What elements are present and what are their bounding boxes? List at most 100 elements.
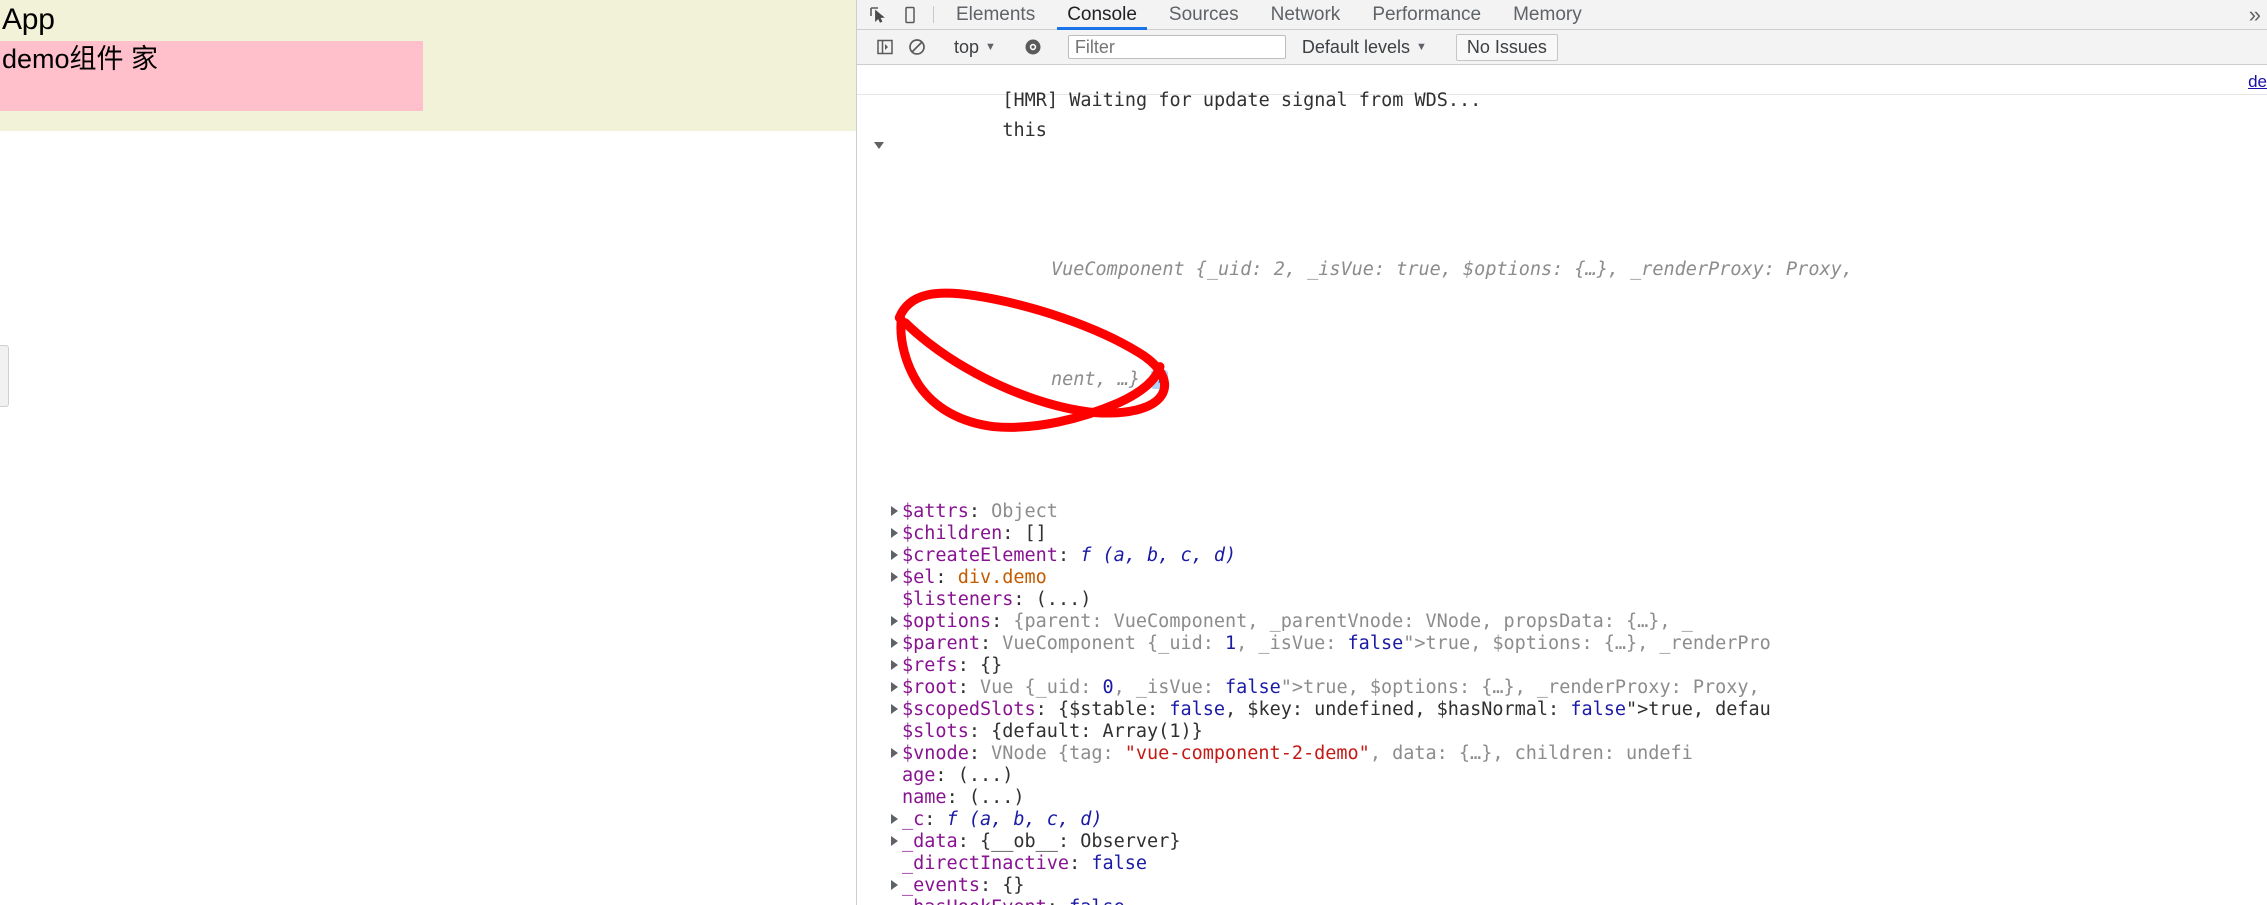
tab-console[interactable]: Console: [1051, 0, 1153, 30]
demo-component-box: demo组件 家: [0, 41, 423, 111]
info-badge-icon[interactable]: i: [1151, 369, 1169, 389]
object-property-row[interactable]: $children: []: [857, 523, 2267, 545]
disclosure-triangle-icon[interactable]: [891, 880, 898, 890]
clear-console-icon[interactable]: [904, 34, 930, 60]
object-property-row[interactable]: name: (...): [857, 787, 2267, 809]
disclosure-triangle-icon[interactable]: [891, 748, 898, 758]
object-property-row[interactable]: _data: {__ob__: Observer}: [857, 831, 2267, 853]
property-key: $scopedSlots: [902, 699, 1036, 720]
object-property-row[interactable]: $createElement: f (a, b, c, d): [857, 545, 2267, 567]
disclosure-triangle-icon[interactable]: [891, 528, 898, 538]
property-separator: :: [1069, 853, 1092, 874]
console-input-echo: this: [857, 95, 2267, 141]
object-property-row[interactable]: _directInactive: false: [857, 853, 2267, 875]
property-separator: :: [968, 721, 992, 742]
property-key: $refs: [902, 655, 958, 676]
tab-sources[interactable]: Sources: [1153, 0, 1255, 29]
more-tabs-icon[interactable]: »: [2243, 0, 2267, 29]
disclosure-triangle-icon[interactable]: [891, 506, 898, 516]
execution-context-select[interactable]: top ▼: [946, 37, 1004, 58]
property-separator: :: [957, 677, 980, 698]
inspect-element-icon[interactable]: [867, 4, 889, 26]
property-separator: :: [968, 501, 992, 522]
log-levels-select[interactable]: Default levels ▼: [1292, 37, 1437, 58]
object-property-row[interactable]: _hasHookEvent: false: [857, 897, 2267, 905]
filter-input[interactable]: [1067, 35, 1286, 59]
object-property-row[interactable]: $slots: {default: Array(1)}: [857, 721, 2267, 743]
property-key: $parent: [902, 633, 980, 654]
object-property-list: $attrs: Object $children: [] $createElemen…: [857, 501, 2267, 905]
property-separator: :: [935, 567, 958, 588]
property-key: _events: [902, 875, 980, 896]
no-issues-button[interactable]: No Issues: [1455, 33, 1558, 61]
tabstrip-divider: [933, 6, 934, 23]
object-property-row[interactable]: $vnode: VNode {tag: "vue-component-2-dem…: [857, 743, 2267, 765]
property-separator: :: [957, 831, 980, 852]
tab-performance[interactable]: Performance: [1356, 0, 1497, 29]
console-sidebar-icon[interactable]: [872, 34, 898, 60]
device-toolbar-icon[interactable]: [899, 4, 921, 26]
object-header-line1: VueComponent {_uid: 2, _isVue: true, $op…: [1050, 259, 1853, 280]
console-messages[interactable]: [HMR] Waiting for update signal from WDS…: [857, 65, 2267, 905]
disclosure-triangle-icon[interactable]: [891, 572, 898, 582]
property-key: $attrs: [902, 501, 969, 522]
property-key: $root: [902, 677, 958, 698]
object-property-row[interactable]: $parent: VueComponent {_uid: 1, _isVue: …: [857, 633, 2267, 655]
disclosure-triangle-icon[interactable]: [891, 638, 898, 648]
property-value: false: [1069, 897, 1125, 905]
property-separator: :: [1002, 523, 1025, 544]
page-scroll-handle[interactable]: [0, 345, 9, 407]
token-number: 1: [1225, 633, 1237, 654]
object-property-row[interactable]: $options: {parent: VueComponent, _parent…: [857, 611, 2267, 633]
console-message-hmr: [HMR] Waiting for update signal from WDS…: [857, 65, 2267, 111]
hmr-source-link[interactable]: de: [2248, 71, 2267, 93]
devtools-panel: Elements Console Sources Network Perform…: [856, 0, 2267, 905]
disclosure-triangle-icon[interactable]: [891, 836, 898, 846]
property-value: []: [1024, 523, 1047, 544]
disclosure-triangle-icon[interactable]: [891, 704, 898, 714]
object-property-row[interactable]: _c: f (a, b, c, d): [857, 809, 2267, 831]
property-value: div.demo: [957, 567, 1047, 588]
disclosure-triangle-icon[interactable]: [891, 550, 898, 560]
devtools-tabstrip: Elements Console Sources Network Perform…: [857, 0, 2267, 30]
token-bool: false: [1169, 699, 1226, 720]
app-root: App demo组件 家: [0, 0, 856, 131]
property-value: f (a, b, c, d): [1080, 545, 1237, 566]
property-value: {default: Array(1)}: [991, 721, 1203, 742]
object-property-row[interactable]: $root: Vue {_uid: 0, _isVue: false">true…: [857, 677, 2267, 699]
property-value: {parent: VueComponent, _parentVnode: VNo…: [1013, 611, 1693, 632]
tab-elements[interactable]: Elements: [940, 0, 1051, 29]
token-bool: false: [1225, 677, 1281, 698]
log-levels-label: Default levels: [1301, 36, 1410, 57]
property-separator: :: [968, 743, 992, 764]
property-key: $slots: [902, 721, 969, 742]
disclosure-triangle-icon[interactable]: [891, 814, 898, 824]
property-separator: :: [924, 809, 947, 830]
object-property-row[interactable]: age: (...): [857, 765, 2267, 787]
property-value-tail: , data: {…}, children: undefi: [1369, 743, 1693, 764]
token-bool: false: [1570, 699, 1627, 720]
object-property-row[interactable]: $el: div.demo: [857, 567, 2267, 589]
property-key: $options: [902, 611, 992, 632]
object-property-row[interactable]: $listeners: (...): [857, 589, 2267, 611]
live-expression-icon[interactable]: [1020, 34, 1046, 60]
property-key: $vnode: [902, 743, 969, 764]
object-property-row[interactable]: $scopedSlots: {$stable: false, $key: und…: [857, 699, 2267, 721]
object-property-row[interactable]: $refs: {}: [857, 655, 2267, 677]
tab-network[interactable]: Network: [1255, 0, 1357, 29]
disclosure-triangle-icon[interactable]: [891, 660, 898, 670]
chevron-down-icon: ▼: [1415, 41, 1427, 53]
disclosure-triangle-open-icon[interactable]: [874, 142, 884, 149]
object-property-row[interactable]: $attrs: Object: [857, 501, 2267, 523]
disclosure-triangle-icon[interactable]: [891, 682, 898, 692]
property-separator: :: [1057, 545, 1081, 566]
property-value-string: "vue-component-2-demo": [1124, 743, 1370, 764]
property-key: _data: [902, 831, 958, 852]
token-number: 0: [1102, 677, 1114, 698]
tab-memory[interactable]: Memory: [1497, 0, 1598, 29]
screen-root: App demo组件 家 Elements Console Sources Ne…: [0, 0, 2267, 905]
property-value: false: [1091, 853, 1148, 874]
chevron-down-icon: ▼: [985, 41, 996, 53]
disclosure-triangle-icon[interactable]: [891, 616, 898, 626]
object-property-row[interactable]: _events: {}: [857, 875, 2267, 897]
